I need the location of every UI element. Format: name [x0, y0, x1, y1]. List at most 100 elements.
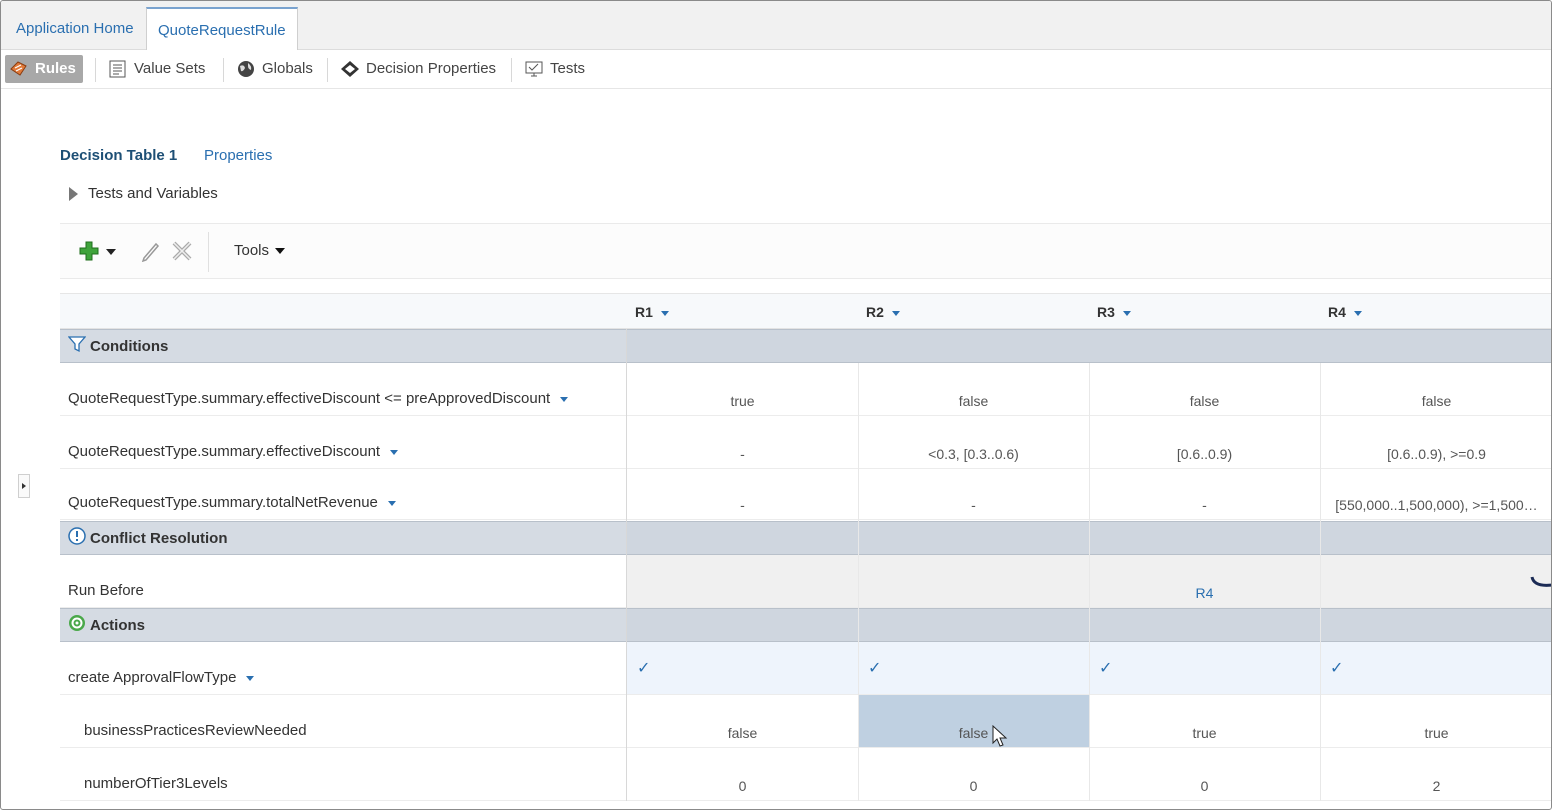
- divider: [223, 58, 224, 82]
- column-header-label: R2: [866, 304, 884, 320]
- checkmark-icon: ✓: [1330, 660, 1344, 677]
- gear-icon: [68, 614, 86, 636]
- rules-icon: [9, 60, 29, 78]
- condition-label-cell[interactable]: QuoteRequestType.summary.effectiveDiscou…: [60, 416, 626, 468]
- tests-icon: [524, 60, 544, 78]
- condition-cell[interactable]: false: [858, 363, 1089, 415]
- delete-icon[interactable]: [170, 239, 194, 263]
- condition-label: QuoteRequestType.summary.totalNetRevenue: [68, 494, 378, 511]
- action-param-cell[interactable]: 0: [627, 748, 858, 800]
- tests-button[interactable]: Tests: [524, 55, 585, 83]
- conflict-resolution-label-cell: Conflict Resolution: [60, 521, 626, 555]
- action-check-cell[interactable]: ✓: [1320, 642, 1551, 694]
- condition-cell[interactable]: -: [1089, 469, 1320, 519]
- tests-and-variables-label: Tests and Variables: [88, 185, 218, 202]
- condition-label-cell[interactable]: QuoteRequestType.summary.effectiveDiscou…: [60, 363, 626, 415]
- expand-arrow-icon: [69, 186, 78, 201]
- conflict-arc-icon: [1530, 576, 1551, 587]
- condition-cell[interactable]: -: [627, 469, 858, 519]
- action-param-row: businessPracticesReviewNeeded false fals…: [60, 695, 1551, 748]
- column-header-r4[interactable]: R4: [1320, 294, 1551, 330]
- chevron-down-icon[interactable]: [246, 676, 255, 681]
- tests-label: Tests: [550, 60, 586, 77]
- value-sets-label: Value Sets: [134, 60, 206, 77]
- decision-properties-button[interactable]: Decision Properties: [340, 55, 496, 83]
- condition-cell[interactable]: false: [1089, 363, 1320, 415]
- chevron-down-icon: [891, 310, 900, 316]
- column-header-label: R3: [1097, 304, 1115, 320]
- chevron-down-icon: [660, 310, 669, 316]
- actions-section-header: Actions: [60, 608, 1551, 642]
- checkmark-icon: ✓: [868, 660, 882, 677]
- add-dropdown-chevron-icon[interactable]: [106, 249, 116, 255]
- condition-cell[interactable]: <0.3, [0.3..0.6): [858, 416, 1089, 468]
- action-label: create ApprovalFlowType: [68, 669, 237, 686]
- action-param-label: businessPracticesReviewNeeded: [84, 722, 307, 739]
- checkmark-icon: ✓: [1099, 660, 1113, 677]
- condition-row: QuoteRequestType.summary.effectiveDiscou…: [60, 363, 1551, 416]
- value-sets-button[interactable]: Value Sets: [108, 55, 205, 83]
- action-param-cell[interactable]: 0: [1089, 748, 1320, 800]
- column-divider: [858, 363, 859, 801]
- decision-properties-icon: [340, 60, 360, 78]
- edit-pencil-icon[interactable]: [140, 240, 162, 263]
- action-row: create ApprovalFlowType ✓ ✓ ✓ ✓: [60, 642, 1551, 695]
- add-icon[interactable]: [78, 240, 100, 262]
- chevron-down-icon[interactable]: [560, 397, 569, 402]
- chevron-down-icon[interactable]: [390, 450, 399, 455]
- action-check-cell[interactable]: ✓: [858, 642, 1089, 694]
- chevron-down-icon: [1122, 310, 1131, 316]
- action-label-cell[interactable]: create ApprovalFlowType: [60, 642, 626, 694]
- properties-link[interactable]: Properties: [204, 147, 272, 164]
- tests-and-variables-toggle[interactable]: Tests and Variables: [69, 185, 218, 202]
- globals-button[interactable]: Globals: [236, 55, 313, 83]
- chevron-down-icon[interactable]: [387, 501, 396, 506]
- condition-row: QuoteRequestType.summary.effectiveDiscou…: [60, 416, 1551, 469]
- run-before-cell[interactable]: R4: [1089, 555, 1320, 607]
- action-param-cell[interactable]: true: [1089, 695, 1320, 747]
- action-param-label: numberOfTier3Levels: [84, 775, 228, 792]
- column-divider: [1320, 363, 1321, 801]
- column-divider: [1089, 363, 1090, 801]
- actions-label: Actions: [90, 616, 146, 634]
- run-before-cell[interactable]: [858, 555, 1089, 607]
- side-panel-expand-handle[interactable]: [18, 474, 30, 498]
- action-check-cell[interactable]: ✓: [1089, 642, 1320, 694]
- action-param-cell[interactable]: 2: [1320, 748, 1551, 800]
- rules-button[interactable]: Rules: [5, 55, 83, 83]
- condition-label-cell[interactable]: QuoteRequestType.summary.totalNetRevenue: [60, 469, 626, 519]
- conflict-resolution-label: Conflict Resolution: [90, 529, 228, 547]
- column-header-r2[interactable]: R2: [858, 294, 1089, 330]
- condition-cell[interactable]: [550,000..1,500,000), >=1,500…: [1320, 469, 1551, 519]
- action-param-cell[interactable]: 0: [858, 748, 1089, 800]
- condition-cell[interactable]: true: [627, 363, 858, 415]
- action-param-cell[interactable]: true: [1320, 695, 1551, 747]
- section-toolbar: Rules Value Sets Globals Decision Proper…: [1, 50, 1551, 89]
- info-exclamation-icon: [68, 527, 86, 549]
- run-before-label: Run Before: [68, 582, 144, 599]
- column-divider: [626, 329, 627, 801]
- action-param-cell-selected[interactable]: false: [858, 695, 1089, 747]
- tab-application-home[interactable]: Application Home: [5, 7, 145, 50]
- condition-cell[interactable]: -: [627, 416, 858, 468]
- run-before-cell[interactable]: [627, 555, 858, 607]
- tab-strip: Application Home QuoteRequestRule: [1, 1, 1551, 50]
- condition-cell[interactable]: [0.6..0.9), >=0.9: [1320, 416, 1551, 468]
- tools-menu-button[interactable]: Tools: [234, 242, 286, 259]
- column-header-r1[interactable]: R1: [627, 294, 858, 330]
- tab-quote-request-rule[interactable]: QuoteRequestRule: [146, 7, 298, 50]
- action-param-cell[interactable]: false: [627, 695, 858, 747]
- tools-label: Tools: [234, 242, 270, 259]
- condition-cell[interactable]: [0.6..0.9): [1089, 416, 1320, 468]
- condition-label: QuoteRequestType.summary.effectiveDiscou…: [68, 443, 381, 460]
- value-sets-icon: [108, 60, 128, 78]
- run-before-cell[interactable]: [1320, 555, 1551, 607]
- decision-properties-label: Decision Properties: [366, 60, 497, 77]
- condition-cell[interactable]: false: [1320, 363, 1551, 415]
- condition-cell[interactable]: -: [858, 469, 1089, 519]
- conflict-resolution-section-header: Conflict Resolution: [60, 521, 1551, 555]
- action-check-cell[interactable]: ✓: [627, 642, 858, 694]
- chevron-down-icon: [1353, 310, 1362, 316]
- globe-icon: [236, 60, 256, 78]
- column-header-r3[interactable]: R3: [1089, 294, 1320, 330]
